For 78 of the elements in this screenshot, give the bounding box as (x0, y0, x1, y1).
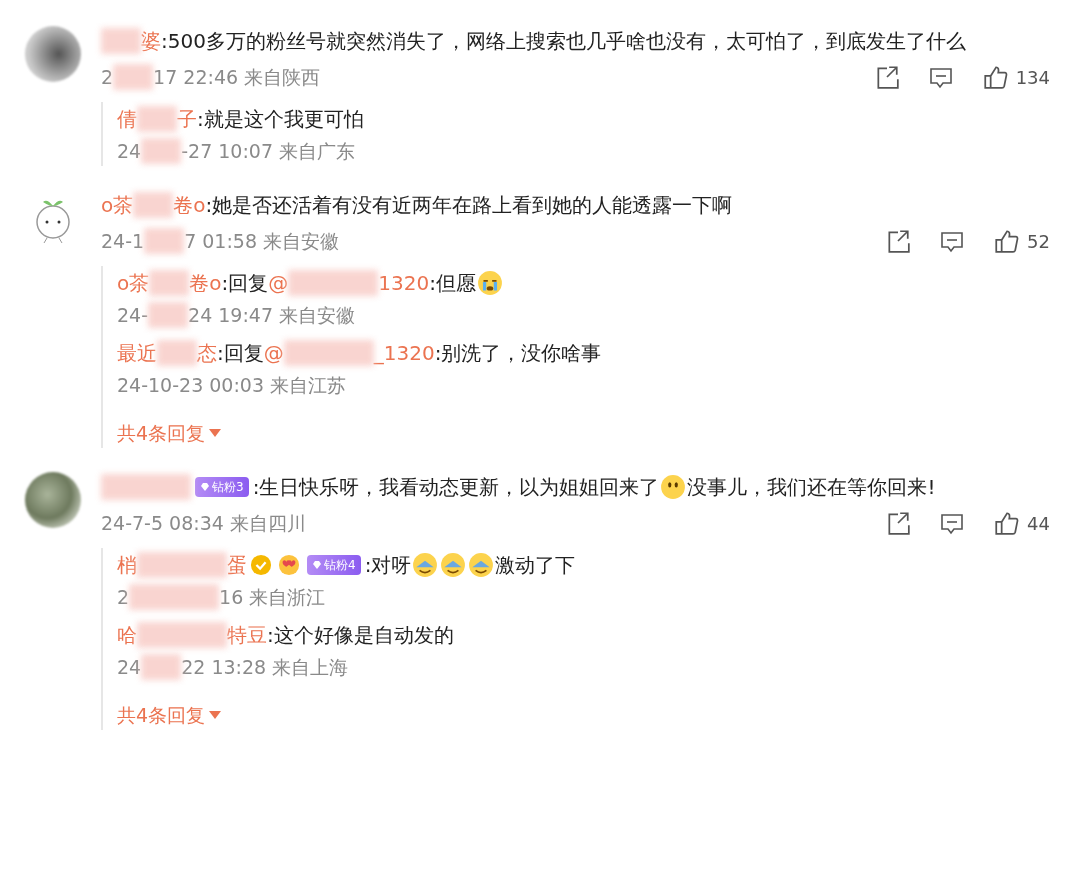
comment-text: :对呀 (364, 552, 412, 579)
comment-time: 22 13:28 来自上海 (181, 655, 349, 680)
share-icon[interactable] (885, 228, 912, 254)
blurred-text (148, 302, 189, 328)
user-name[interactable]: 最近 (117, 336, 157, 370)
share-icon[interactable] (885, 510, 912, 536)
badge-label: 钻粉4 (324, 557, 356, 574)
more-replies-link[interactable]: 共4条回复 (117, 700, 222, 730)
comment-time: 17 22:46 来自陕西 (153, 65, 321, 90)
like-icon[interactable] (993, 510, 1020, 536)
blurred-text (133, 192, 174, 218)
like-count: 44 (1027, 512, 1050, 534)
like-icon[interactable] (993, 228, 1020, 254)
comment-time: 2 (117, 585, 130, 610)
comment-time: 16 来自浙江 (219, 585, 326, 610)
comment-time: -27 10:07 来自广东 (181, 139, 356, 164)
blurred-text (141, 654, 182, 680)
user-name[interactable]: o茶 (117, 266, 150, 300)
blurred-text (149, 270, 190, 296)
emoji-icon (476, 270, 503, 296)
user-name[interactable]: o茶 (101, 188, 134, 222)
diamond-icon (312, 560, 322, 570)
comment-text: :500多万的粉丝号就突然消失了，网络上搜索也几乎啥也没有，太可怕了，到底发生了什么 (161, 28, 966, 55)
comment-text: :她是否还活着有没有近两年在路上看到她的人能透露一下啊 (205, 192, 733, 219)
verified-icon (250, 554, 272, 576)
user-name[interactable]: 卷o (173, 188, 206, 222)
emoji-icon (440, 552, 467, 578)
comment-text: :回复 (217, 340, 264, 367)
comment-text: :回复 (221, 270, 269, 297)
emoji-icon (468, 552, 495, 578)
user-name[interactable]: _1320 (373, 336, 435, 370)
user-name[interactable]: @ (263, 336, 284, 370)
user-name[interactable]: 卷o (189, 266, 222, 300)
more-replies-link[interactable]: 共4条回复 (117, 418, 222, 448)
user-name[interactable]: 婆 (141, 24, 161, 58)
user-name[interactable]: 梢 (117, 548, 137, 582)
comment-time: 24 (117, 139, 142, 164)
user-name[interactable]: @ (268, 266, 289, 300)
heart-face-icon (278, 554, 300, 576)
like-count: 52 (1027, 230, 1050, 252)
caret-icon (209, 429, 222, 437)
blurred-text (157, 340, 197, 366)
blurred-text (141, 138, 182, 164)
comment-time: 24-7-5 08:34 来自四川 (101, 511, 306, 536)
comment-text: :生日快乐呀，我看动态更新，以为姐姐回来了 (252, 474, 660, 501)
blurred-text (113, 64, 154, 90)
emoji-icon (412, 552, 439, 578)
comment-time: 2 (101, 65, 114, 90)
like-icon[interactable] (981, 64, 1008, 90)
like-count: 134 (1015, 66, 1050, 88)
comment-time: 24 (117, 655, 142, 680)
comment-text: :别洗了，没你啥事 (434, 340, 602, 367)
comment-text: :这个好像是自动发的 (267, 622, 454, 649)
user-name[interactable]: 倩 (117, 102, 137, 136)
diamond-icon (200, 482, 210, 492)
emoji-icon (660, 474, 687, 500)
user-name[interactable]: 特豆 (227, 618, 267, 652)
avatar (25, 26, 81, 82)
comment-time: 24-10-23 00:03 来自江苏 (117, 373, 347, 398)
avatar (25, 472, 81, 528)
user-name[interactable]: 1320 (378, 266, 430, 300)
comment-time: 7 01:58 来自安徽 (184, 229, 340, 254)
comment-text: :就是这个我更可怕 (197, 106, 364, 133)
user-name[interactable]: 子 (177, 102, 197, 136)
badge-label: 钻粉3 (212, 479, 244, 496)
comment-time: 24- (117, 303, 149, 328)
comment-text: :但愿 (429, 270, 476, 297)
blurred-text (137, 106, 177, 132)
user-name[interactable]: 蛋 (227, 548, 247, 582)
comment-time: 24 19:47 来自安徽 (188, 303, 356, 328)
comment-text: 激动了下 (495, 552, 576, 579)
caret-icon (209, 711, 222, 719)
comment-time: 24-1 (101, 229, 145, 254)
blurred-text (144, 228, 185, 254)
blurred-text (101, 28, 141, 54)
user-name[interactable]: 态 (197, 336, 217, 370)
user-name[interactable]: 哈 (117, 618, 137, 652)
comment-text: 没事儿，我们还在等你回来! (687, 474, 936, 501)
